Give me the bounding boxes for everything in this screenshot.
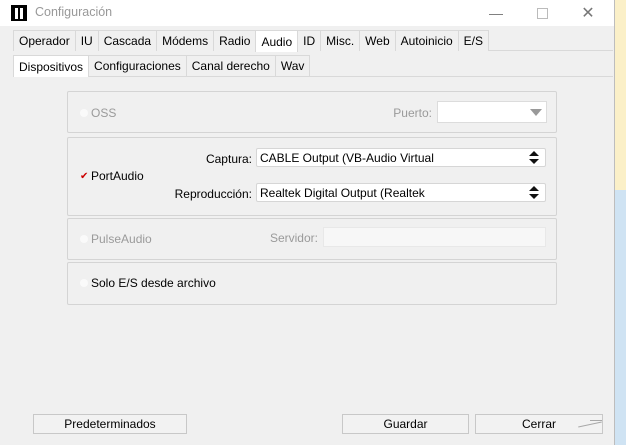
window-title: Configuración	[35, 5, 113, 19]
tab-modems[interactable]: Módems	[156, 30, 215, 51]
tab-configuraciones[interactable]: Configuraciones	[88, 55, 187, 76]
portaudio-radio[interactable]: ✔ PortAudio	[80, 169, 144, 183]
updown-arrow-icon	[529, 186, 539, 200]
minimize-icon[interactable]: —	[473, 0, 519, 26]
oss-radio[interactable]: OSS	[80, 106, 116, 120]
title-bar[interactable]: Configuración — ✕	[0, 0, 614, 26]
tab-web[interactable]: Web	[359, 30, 396, 51]
radio-indicator	[80, 109, 88, 117]
pulseaudio-label: PulseAudio	[91, 232, 152, 246]
capture-select[interactable]: CABLE Output (VB-Audio Virtual	[256, 148, 546, 167]
tab-canal-derecho[interactable]: Canal derecho	[185, 55, 276, 76]
playback-select[interactable]: Realtek Digital Output (Realtek	[256, 183, 546, 202]
tab-es[interactable]: E/S	[457, 30, 489, 51]
pulseaudio-radio[interactable]: PulseAudio	[80, 232, 152, 246]
secondary-tabs: Dispositivos Configuraciones Canal derec…	[13, 55, 311, 77]
app-icon	[11, 5, 27, 21]
file-only-label: Solo E/S desde archivo	[91, 276, 216, 290]
tab-id[interactable]: ID	[297, 30, 322, 51]
tab-cascada[interactable]: Cascada	[97, 30, 158, 51]
config-window: Configuración — ✕ Operador IU Cascada Mó…	[0, 0, 615, 445]
tab-audio[interactable]: Audio	[255, 30, 299, 52]
tab-autoinicio[interactable]: Autoinicio	[394, 30, 459, 51]
capture-value: CABLE Output (VB-Audio Virtual	[260, 150, 434, 165]
playback-value: Realtek Digital Output (Realtek	[260, 185, 425, 200]
tab-wav[interactable]: Wav	[274, 55, 311, 76]
radio-indicator	[80, 235, 88, 243]
check-icon: ✔	[80, 170, 89, 182]
port-label: Puerto:	[393, 106, 432, 120]
primary-tabs: Operador IU Cascada Módems Radio Audio I…	[13, 30, 489, 52]
portaudio-label: PortAudio	[91, 169, 144, 183]
resize-grip-icon[interactable]	[578, 418, 602, 428]
save-button[interactable]: Guardar	[342, 414, 469, 434]
tab-dispositivos[interactable]: Dispositivos	[13, 55, 90, 77]
tab-iu[interactable]: IU	[74, 30, 99, 51]
server-input[interactable]	[323, 227, 546, 247]
maximize-icon[interactable]	[519, 0, 565, 26]
updown-arrow-icon	[529, 151, 539, 165]
tab-operador[interactable]: Operador	[13, 30, 76, 51]
playback-label: Reproducción:	[174, 187, 252, 201]
oss-label: OSS	[91, 106, 117, 120]
server-label: Servidor:	[269, 231, 318, 245]
file-only-radio[interactable]: Solo E/S desde archivo	[80, 276, 216, 290]
capture-label: Captura:	[205, 152, 252, 166]
tab-misc[interactable]: Misc.	[320, 30, 361, 51]
close-icon[interactable]: ✕	[565, 0, 611, 26]
defaults-button[interactable]: Predeterminados	[33, 414, 187, 434]
chevron-down-icon[interactable]	[526, 102, 546, 122]
tab-radio[interactable]: Radio	[213, 30, 257, 51]
radio-indicator	[80, 279, 88, 287]
